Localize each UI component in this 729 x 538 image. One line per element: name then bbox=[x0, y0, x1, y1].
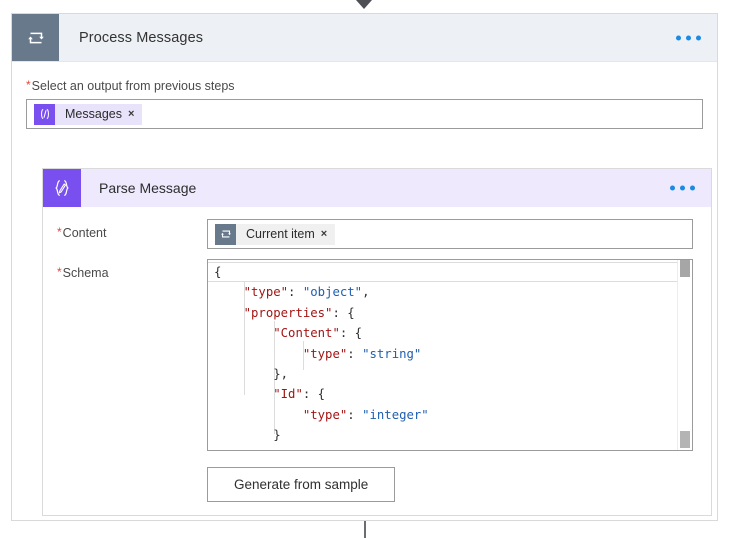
scrollbar-thumb-bottom[interactable] bbox=[680, 431, 690, 448]
schema-field-label: *Schema bbox=[57, 259, 207, 280]
content-input[interactable]: Current item × bbox=[207, 219, 693, 249]
code-token-val: "object" bbox=[302, 285, 363, 300]
parse-message-action-card: Parse Message *Content Current item × *S… bbox=[42, 168, 712, 516]
process-messages-action-card: Process Messages *Select an output from … bbox=[11, 13, 718, 521]
select-output-label-text: Select an output from previous steps bbox=[31, 79, 235, 93]
code-token-val: "string" bbox=[362, 346, 422, 361]
code-line: "properties": { bbox=[208, 303, 678, 323]
schema-field-label-text: Schema bbox=[62, 266, 109, 280]
current-item-token-remove-icon[interactable]: × bbox=[321, 228, 335, 240]
messages-token-label: Messages bbox=[65, 107, 122, 121]
code-line: "Content": { bbox=[208, 323, 678, 343]
code-token-pun: } bbox=[273, 428, 281, 443]
loop-current-item-icon bbox=[215, 223, 236, 245]
flow-connector-arrow-top bbox=[356, 0, 372, 9]
code-token-val: "integer" bbox=[362, 407, 429, 422]
parse-json-braces-pencil-icon bbox=[43, 169, 81, 207]
code-token-key: "type" bbox=[243, 285, 289, 300]
code-line: { bbox=[208, 262, 678, 283]
parse-message-header[interactable]: Parse Message bbox=[43, 169, 711, 207]
code-line: } bbox=[208, 425, 678, 445]
select-output-input[interactable]: Messages × bbox=[26, 99, 703, 129]
code-line: "type": "integer" bbox=[208, 405, 678, 425]
code-token-pun: : { bbox=[302, 387, 326, 402]
code-token-key: "type" bbox=[302, 407, 348, 422]
parse-message-body: *Content Current item × *Schema {"type"… bbox=[43, 207, 711, 502]
scrollbar-thumb-top[interactable] bbox=[680, 260, 690, 277]
code-line: "Id": { bbox=[208, 384, 678, 404]
required-marker: * bbox=[26, 78, 31, 92]
expression-code-icon bbox=[34, 103, 55, 125]
flow-connector-line-bottom bbox=[364, 521, 366, 538]
required-marker: * bbox=[57, 265, 62, 279]
code-token-key: "type" bbox=[302, 346, 348, 361]
process-messages-menu-ellipsis-icon[interactable] bbox=[676, 35, 701, 40]
schema-field-row: *Schema { "type": "object", "properties"… bbox=[43, 259, 711, 451]
generate-from-sample-button[interactable]: Generate from sample bbox=[207, 467, 396, 502]
code-line: "type": "object", bbox=[208, 282, 678, 302]
content-field-label-text: Content bbox=[62, 226, 107, 240]
schema-field-control: { "type": "object", "properties": { "Con… bbox=[207, 259, 711, 451]
code-token-pun: { bbox=[214, 265, 222, 279]
messages-token-remove-icon[interactable]: × bbox=[128, 108, 142, 120]
schema-editor-scrollbar[interactable] bbox=[677, 260, 692, 450]
loop-repeat-icon bbox=[12, 14, 59, 61]
code-token-key: "Content" bbox=[273, 326, 340, 341]
code-token-key: "Id" bbox=[273, 387, 303, 402]
required-marker: * bbox=[57, 225, 62, 239]
select-output-label: *Select an output from previous steps bbox=[26, 79, 703, 93]
messages-token-chip[interactable]: Messages × bbox=[34, 103, 143, 125]
process-messages-title: Process Messages bbox=[79, 29, 204, 46]
code-line: } bbox=[208, 446, 678, 450]
current-item-token-chip[interactable]: Current item × bbox=[215, 223, 336, 245]
current-item-token-label: Current item bbox=[246, 227, 315, 241]
code-token-pun: : { bbox=[332, 305, 355, 320]
parse-message-title: Parse Message bbox=[99, 180, 197, 196]
code-line: "type": "string" bbox=[208, 344, 678, 364]
code-token-pun: , bbox=[362, 285, 370, 300]
content-field-control: Current item × bbox=[207, 219, 711, 249]
code-token-key: "properties" bbox=[243, 305, 333, 320]
content-field-label: *Content bbox=[57, 219, 207, 240]
schema-json-editor[interactable]: { "type": "object", "properties": { "Con… bbox=[207, 259, 693, 451]
process-messages-header[interactable]: Process Messages bbox=[12, 14, 717, 62]
code-token-pun: : bbox=[347, 346, 363, 361]
code-line: }, bbox=[208, 364, 678, 384]
code-token-pun: }, bbox=[273, 366, 289, 381]
code-token-pun: : bbox=[288, 285, 303, 300]
generate-button-row: Generate from sample bbox=[43, 467, 711, 502]
content-field-row: *Content Current item × bbox=[43, 219, 711, 249]
parse-message-menu-ellipsis-icon[interactable] bbox=[670, 185, 695, 191]
code-token-pun: : bbox=[347, 407, 363, 422]
code-token-pun: } bbox=[244, 449, 251, 450]
schema-json-code-area[interactable]: { "type": "object", "properties": { "Con… bbox=[208, 260, 678, 450]
code-token-pun: : { bbox=[339, 326, 363, 341]
process-messages-body: *Select an output from previous steps Me… bbox=[12, 62, 717, 129]
